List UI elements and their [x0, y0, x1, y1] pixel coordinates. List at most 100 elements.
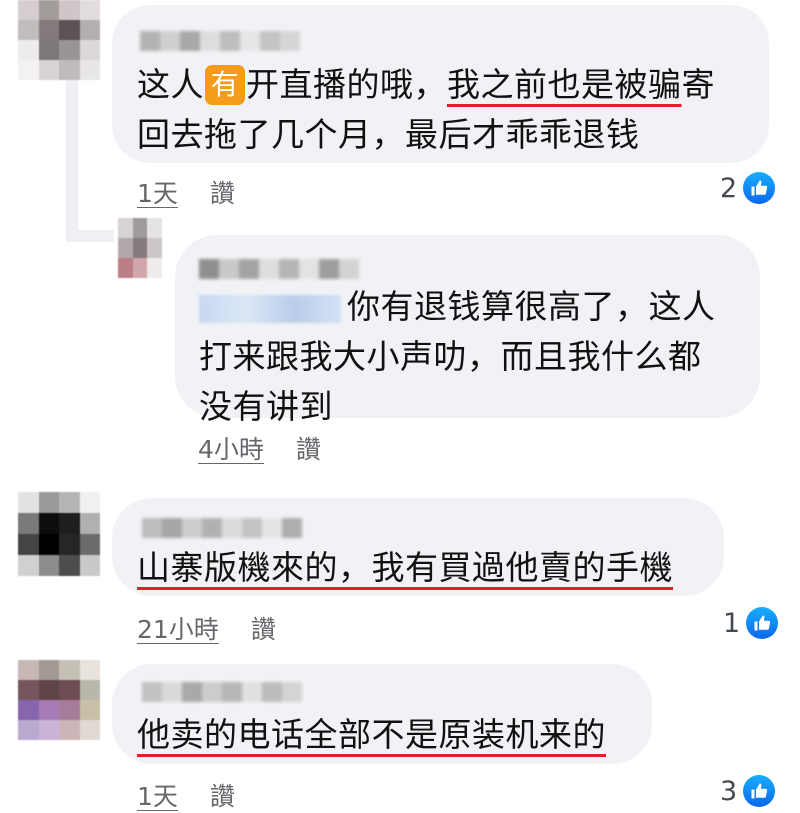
reaction-summary[interactable]: 3 — [720, 775, 776, 807]
name-blur-tile — [262, 518, 282, 538]
avatar-mosaic-tile — [38, 40, 59, 60]
avatar-mosaic-tile — [79, 660, 100, 680]
avatar-mosaic-tile — [18, 60, 39, 80]
avatar-mosaic-tile — [79, 20, 100, 40]
avatar-mosaic-tile — [59, 40, 80, 60]
avatar-mosaic-tile — [38, 534, 59, 555]
name-blur-tile — [319, 259, 339, 279]
avatar-mosaic-tile — [18, 534, 39, 555]
avatar-mosaic-tile — [79, 720, 100, 740]
avatar-mosaic-tile — [147, 238, 162, 258]
avatar-mosaic-tile — [38, 0, 59, 20]
name-blur-tile — [259, 259, 279, 279]
name-blur-tile — [242, 518, 262, 538]
avatar-mosaic-tile — [79, 513, 100, 534]
name-blur-tile — [200, 31, 220, 51]
name-blur-tile — [222, 682, 242, 702]
name-blur-tile — [202, 518, 222, 538]
name-blur-tile — [222, 518, 242, 538]
avatar-mosaic-tile — [59, 20, 80, 40]
name-blur-tile — [242, 682, 262, 702]
avatar-mosaic-tile — [18, 660, 39, 680]
reaction-count: 3 — [720, 775, 738, 807]
thumbs-up-icon — [743, 172, 776, 204]
avatar-mosaic-tile — [132, 218, 148, 238]
name-blur-tile — [282, 518, 302, 538]
underlined-text: 山寨版機來的，我有買過他賣的手機 — [137, 548, 673, 587]
avatar-mosaic-tile — [59, 0, 80, 20]
mention-tag-blurred[interactable] — [199, 294, 341, 323]
thread-connector-vertical — [66, 80, 78, 240]
avatar-mosaic-tile — [59, 700, 80, 720]
avatar-mosaic-tile — [59, 492, 80, 513]
avatar-mosaic-tile — [18, 0, 39, 20]
like-button[interactable]: 讚 — [251, 615, 276, 644]
like-button[interactable]: 讚 — [210, 782, 235, 811]
commenter-name-blurred[interactable] — [142, 518, 302, 538]
underlined-text: 他卖的电话全部不是原装机来的 — [137, 715, 606, 754]
timestamp-link[interactable]: 1天 — [137, 179, 178, 208]
name-blur-tile — [299, 259, 319, 279]
name-blur-tile — [239, 259, 259, 279]
underlined-text: 我之前也是被骗 — [447, 65, 682, 104]
avatar-mosaic-tile — [118, 258, 133, 278]
avatar-mosaic-tile — [147, 218, 162, 238]
commenter-name-blurred[interactable] — [140, 31, 300, 51]
avatar-mosaic-tile — [38, 700, 59, 720]
avatar-mosaic-tile — [79, 60, 100, 80]
comment-text: 这人有开直播的哦，我之前也是被骗寄 回去拖了几个月，最后才乖乖退钱 — [137, 65, 715, 154]
like-button[interactable]: 讚 — [210, 179, 235, 208]
comment-meta: 1天 讚 — [137, 174, 235, 210]
reaction-count: 1 — [723, 607, 741, 639]
avatar-mosaic-tile — [18, 20, 39, 40]
comment-meta: 21小時 讚 — [137, 610, 276, 646]
avatar-mosaic-tile — [38, 20, 59, 40]
avatar-mosaic-tile — [79, 40, 100, 60]
reaction-count: 2 — [720, 172, 738, 204]
name-blur-tile — [240, 31, 260, 51]
avatar-mosaic-tile — [79, 492, 100, 513]
avatar[interactable] — [18, 492, 100, 576]
commenter-name-blurred[interactable] — [142, 682, 302, 702]
avatar[interactable] — [18, 660, 100, 740]
name-blur-tile — [162, 682, 182, 702]
avatar-mosaic-tile — [59, 534, 80, 555]
avatar[interactable] — [118, 218, 162, 278]
reaction-summary[interactable]: 1 — [723, 607, 779, 639]
name-blur-tile — [282, 682, 302, 702]
name-blur-tile — [160, 31, 180, 51]
name-blur-tile — [182, 518, 202, 538]
avatar-mosaic-tile — [38, 555, 59, 576]
avatar-mosaic-tile — [38, 720, 59, 740]
name-blur-tile — [180, 31, 200, 51]
commenter-name-blurred[interactable] — [199, 259, 359, 279]
avatar-mosaic-tile — [18, 720, 39, 740]
comment-text: 他卖的电话全部不是原装机来的 — [137, 710, 606, 760]
name-blur-tile — [262, 682, 282, 702]
comment-meta: 4小時 讚 — [198, 430, 321, 466]
comment-text: 你有退钱算很高了，这人 打来跟我大小声叻，而且我什么都 没有讲到 — [199, 287, 716, 426]
avatar-mosaic-tile — [59, 660, 80, 680]
avatar[interactable] — [18, 0, 100, 80]
comment-bubble: 这人有开直播的哦，我之前也是被骗寄 回去拖了几个月，最后才乖乖退钱 — [112, 5, 769, 163]
timestamp-link[interactable]: 1天 — [137, 782, 178, 811]
avatar-mosaic-tile — [18, 700, 39, 720]
thumbs-up-icon — [743, 775, 776, 807]
avatar-mosaic-tile — [132, 238, 148, 258]
comment-bubble: 你有退钱算很高了，这人 打来跟我大小声叻，而且我什么都 没有讲到 — [175, 235, 760, 426]
timestamp-link[interactable]: 21小時 — [137, 615, 219, 644]
avatar-mosaic-tile — [118, 218, 133, 238]
avatar-mosaic-tile — [79, 0, 100, 20]
name-blur-tile — [140, 31, 160, 51]
avatar-mosaic-tile — [18, 513, 39, 534]
name-blur-tile — [142, 682, 162, 702]
timestamp-link[interactable]: 4小時 — [198, 435, 264, 464]
reaction-summary[interactable]: 2 — [720, 172, 776, 204]
avatar-mosaic-tile — [18, 40, 39, 60]
thread-connector-horizontal — [66, 230, 114, 242]
avatar-mosaic-tile — [38, 513, 59, 534]
like-button[interactable]: 讚 — [296, 435, 321, 464]
name-blur-tile — [202, 682, 222, 702]
name-blur-tile — [199, 259, 219, 279]
avatar-mosaic-tile — [59, 555, 80, 576]
